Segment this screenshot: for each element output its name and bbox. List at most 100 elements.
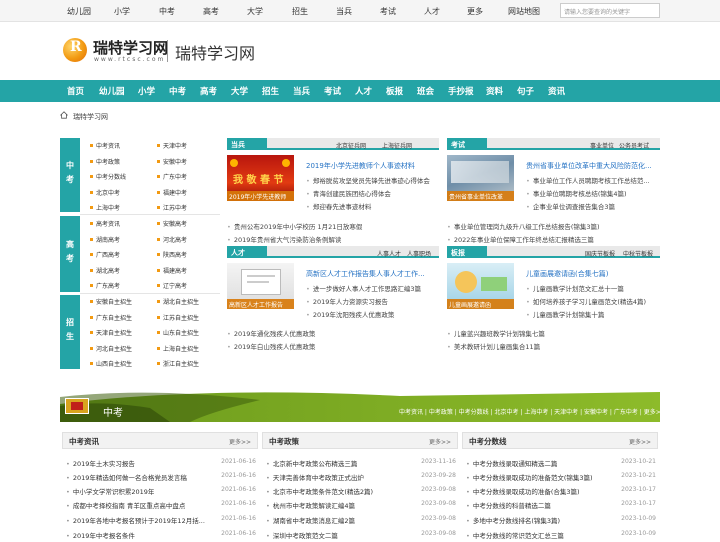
- row-title[interactable]: 成都中考择校指南 青羊区重点高中盘点: [66, 500, 186, 510]
- category-link[interactable]: 山东自主招生: [157, 328, 199, 337]
- category-link[interactable]: 山西自主招生: [90, 359, 132, 368]
- nav-exam[interactable]: 考试: [324, 85, 341, 97]
- logo-name[interactable]: 瑞特学习网: [93, 37, 168, 58]
- nav-zhongkao[interactable]: 中考: [169, 85, 186, 97]
- nav-admission[interactable]: 招生: [262, 85, 279, 97]
- category-link[interactable]: 天津自主招生: [90, 328, 132, 337]
- category-link[interactable]: 辽宁高考: [157, 281, 187, 290]
- thumbnail-image[interactable]: 我 敬 春 节 2019年小学先进教师: [227, 155, 294, 201]
- category-link[interactable]: 高考资讯: [90, 219, 120, 228]
- row-title[interactable]: 北京市中考政策条件范文(精选2篇): [266, 486, 373, 496]
- panel-link[interactable]: 上海征兵网: [382, 141, 412, 150]
- list-item[interactable]: 北京市中考政策条件范文(精选2篇) 2023-09-08: [266, 486, 456, 498]
- row-title[interactable]: 北京新中考政策公布精选三篇: [266, 458, 358, 468]
- row-title[interactable]: 天津完善体育中考政策正式出炉: [266, 472, 364, 482]
- list-item[interactable]: 深圳中考政策范文二篇 2023-09-08: [266, 530, 456, 542]
- category-link[interactable]: 湖北高考: [90, 266, 120, 275]
- category-link[interactable]: 江苏中考: [157, 203, 187, 212]
- category-link[interactable]: 广东自主招生: [90, 313, 132, 322]
- row-title[interactable]: 中考分数线的常识范文汇总三篇: [466, 530, 564, 540]
- list-item[interactable]: 2022年事业单位保障工作年终总结汇报精选三篇: [447, 234, 594, 244]
- category-link[interactable]: 浙江自主招生: [157, 359, 199, 368]
- top-link-more[interactable]: 更多: [467, 6, 483, 17]
- thumbnail-image[interactable]: 贵州省事业单位改革: [447, 155, 514, 201]
- list-item[interactable]: 2019年白山残疾人优惠政策: [227, 341, 316, 351]
- row-title[interactable]: 2019年中考报名条件: [66, 530, 135, 540]
- category-link[interactable]: 安徽高考: [157, 219, 187, 228]
- row-title[interactable]: 中考分数线录取成功的准备(合集3篇): [466, 486, 580, 496]
- thumbnail-image[interactable]: 儿童画展邀请函: [447, 263, 514, 309]
- list-item[interactable]: 事业单位管理岗九级升八级工作总结报告(锦集3篇): [447, 221, 600, 231]
- row-title[interactable]: 中小学文学常识积累2019年: [66, 486, 155, 496]
- panel-link[interactable]: 北京征兵网: [336, 141, 366, 150]
- list-item[interactable]: 2019年贵州省大气污染防治条例解读: [227, 234, 342, 244]
- top-link-primary[interactable]: 小学: [114, 6, 130, 17]
- list-item[interactable]: 事业单位聘期考核总结(锦集4篇): [526, 188, 627, 198]
- list-item[interactable]: 2019年精选如何做一名合格党员发言稿 2021-06-16: [66, 472, 256, 484]
- headline-link[interactable]: 儿童画展邀请函(合集七篇): [526, 269, 608, 279]
- list-item[interactable]: 进一步做好人事人才工作思路汇编3篇: [306, 283, 421, 293]
- top-link-admission[interactable]: 招生: [292, 6, 308, 17]
- nav-military[interactable]: 当兵: [293, 85, 310, 97]
- list-item[interactable]: 2019年各地中考报名预计于2019年12月括... 2021-06-16: [66, 515, 256, 527]
- category-link[interactable]: 天津中考: [157, 141, 187, 150]
- nav-board[interactable]: 板报: [386, 85, 403, 97]
- category-link[interactable]: 福建高考: [157, 266, 187, 275]
- section-links[interactable]: 中考资讯 | 中考政策 | 中考分数线 | 北京中考 | 上海中考 | 天津中考…: [399, 407, 666, 416]
- search-input[interactable]: 请输入您要查询的关键字: [560, 3, 660, 18]
- category-link[interactable]: 湖南高考: [90, 235, 120, 244]
- headline-link[interactable]: 高新区人才工作报告集人事人才工作...: [306, 269, 425, 279]
- list-item[interactable]: 中考分数线录取成功的准备范文(锦集3篇) 2023-10-21: [466, 472, 656, 484]
- row-title[interactable]: 湖南省中考政策消息汇编2篇: [266, 515, 355, 525]
- category-link[interactable]: 上海自主招生: [157, 344, 199, 353]
- list-item[interactable]: 2019年中考报名条件 2021-06-16: [66, 530, 256, 542]
- category-link[interactable]: 湖北自主招生: [157, 297, 199, 306]
- category-link[interactable]: 广东中考: [157, 172, 187, 181]
- list-item[interactable]: 贵州公布2019年中小学校历 1月21日放寒假: [227, 221, 363, 231]
- headline-link[interactable]: 2019年小学先进教师个人事迹材料: [306, 161, 415, 171]
- nav-university[interactable]: 大学: [231, 85, 248, 97]
- list-item[interactable]: 天津完善体育中考政策正式出炉 2023-09-28: [266, 472, 456, 484]
- nav-news[interactable]: 资讯: [548, 85, 565, 97]
- logo-icon[interactable]: R: [63, 38, 87, 62]
- list-item[interactable]: 中考分数线录取成功的准备(合集3篇) 2023-10-17: [466, 486, 656, 498]
- row-title[interactable]: 2019年土木实习报告: [66, 458, 135, 468]
- nav-gaokao[interactable]: 高考: [200, 85, 217, 97]
- list-item[interactable]: 杭州市中考政策解读汇编4篇 2023-09-08: [266, 500, 456, 512]
- row-title[interactable]: 中考分数线录取成功的准备范文(锦集3篇): [466, 472, 593, 482]
- more-link[interactable]: 更多>>: [429, 437, 451, 446]
- list-item[interactable]: 儿童画教学计划锦集十篇: [526, 309, 605, 319]
- list-item[interactable]: 2019年通化残疾人优惠政策: [227, 328, 316, 338]
- nav-talent[interactable]: 人才: [355, 85, 372, 97]
- nav-class-meeting[interactable]: 班会: [417, 85, 434, 97]
- list-item[interactable]: 中考分数线录取通知精选二篇 2023-10-21: [466, 458, 656, 470]
- nav-handwritten-paper[interactable]: 手抄报: [448, 85, 474, 97]
- panel-link[interactable]: 人事职场: [407, 249, 431, 258]
- category-link[interactable]: 安徽自主招生: [90, 297, 132, 306]
- category-link[interactable]: 中考资讯: [90, 141, 120, 150]
- nav-materials[interactable]: 资料: [486, 85, 503, 97]
- thumbnail-image[interactable]: 高新区人才工作报告: [227, 263, 294, 309]
- top-link-talent[interactable]: 人才: [424, 6, 440, 17]
- row-title[interactable]: 中考分数线录取通知精选二篇: [466, 458, 558, 468]
- list-item[interactable]: 多地中考分数线排名(锦集3篇) 2023-10-09: [466, 515, 656, 527]
- nav-primary[interactable]: 小学: [138, 85, 155, 97]
- list-item[interactable]: 湖南省中考政策消息汇编2篇 2023-09-08: [266, 515, 456, 527]
- breadcrumb[interactable]: 瑞特学习网: [73, 112, 108, 122]
- headline-link[interactable]: 贵州省事业单位改革中重大风险防范化...: [526, 161, 652, 171]
- list-item[interactable]: 如何培养孩子学习儿童画范文(精选4篇): [526, 296, 646, 306]
- category-link[interactable]: 江苏自主招生: [157, 313, 199, 322]
- list-item[interactable]: 北京新中考政策公布精选三篇 2023-11-16: [266, 458, 456, 470]
- panel-link[interactable]: 事业单位: [590, 141, 614, 150]
- top-link-university[interactable]: 大学: [247, 6, 263, 17]
- category-link[interactable]: 中考分数线: [90, 172, 126, 181]
- nav-sentences[interactable]: 句子: [517, 85, 534, 97]
- list-item[interactable]: 郑裕脱贫攻坚党员先锋先进事迹心得体会: [306, 175, 430, 185]
- top-link-zhongkao[interactable]: 中考: [159, 6, 175, 17]
- panel-link[interactable]: 国庆节板报: [585, 249, 615, 258]
- category-link[interactable]: 广东高考: [90, 281, 120, 290]
- category-link[interactable]: 广西高考: [90, 250, 120, 259]
- list-item[interactable]: 2019年沈阳残疾人优惠政策: [306, 309, 395, 319]
- list-item[interactable]: 2019年人力资源实习报告: [306, 296, 388, 306]
- category-link[interactable]: 河北自主招生: [90, 344, 132, 353]
